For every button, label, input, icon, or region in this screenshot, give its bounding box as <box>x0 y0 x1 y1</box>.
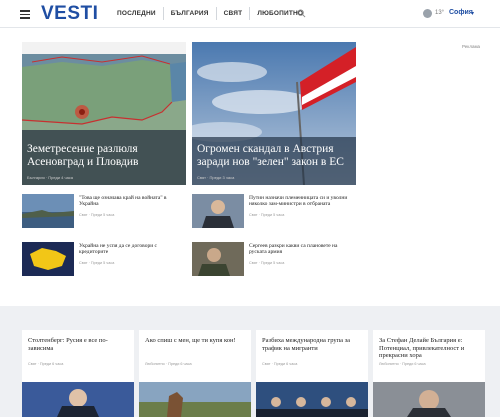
page: VESTI ПОСЛЕДНИ БЪЛГАРИЯ СВЯТ ЛЮБОПИТНО 1… <box>0 0 500 417</box>
menu-icon[interactable] <box>20 10 30 19</box>
card-title[interactable]: За Стефан Делайе България е: Потенциал, … <box>379 337 479 360</box>
card-image <box>139 382 251 417</box>
list-item[interactable]: "Това ще означава край на войната" в Укр… <box>22 194 186 230</box>
article-title[interactable]: Сергеев разкри какви са плановете на рус… <box>249 243 349 256</box>
card-title[interactable]: Ако спиш с мен, ще ти купя кон! <box>145 337 245 345</box>
weather-icon <box>423 9 432 18</box>
article-thumbnail <box>192 194 244 228</box>
hero-title[interactable]: Земетресение разлюля Асеновград и Пловди… <box>27 143 181 169</box>
article-thumbnail <box>192 242 244 276</box>
list-item[interactable]: Путин назначи племенницата си и уволни н… <box>192 194 356 230</box>
article-title[interactable]: Украйна не успя да се договори с кредито… <box>79 243 179 256</box>
list-item[interactable]: Украйна не успя да се договори с кредито… <box>22 242 186 278</box>
article-meta: Свят · Преди 5 часа <box>249 261 285 265</box>
article-meta: Свят · Преди 5 часа <box>249 213 285 217</box>
article-meta: Свят · Преди 5 часа <box>79 213 115 217</box>
card-title[interactable]: Столтенберг: Русия е все по-зависима <box>28 337 128 352</box>
list-item[interactable]: Сергеев разкри какви са плановете на рус… <box>192 242 356 278</box>
hero-card-austria[interactable]: Огромен скандал в Австрия заради нов "зе… <box>192 42 356 185</box>
ad-label: Реклама <box>462 44 481 49</box>
city-select[interactable]: София <box>449 9 473 16</box>
card-title[interactable]: Разбиха международна група за трафик на … <box>262 337 362 352</box>
hero-card-earthquake[interactable]: Земетресение разлюля Асеновград и Пловди… <box>22 42 186 185</box>
search-icon[interactable] <box>297 9 306 18</box>
card-meta: Свят · Преди 6 часа <box>28 362 64 366</box>
card-image <box>22 382 134 417</box>
article-title[interactable]: Путин назначи племенницата си и уволни н… <box>249 195 349 208</box>
header: VESTI ПОСЛЕДНИ БЪЛГАРИЯ СВЯТ ЛЮБОПИТНО 1… <box>0 0 500 28</box>
news-card[interactable]: Разбиха международна група за трафик на … <box>256 330 368 417</box>
article-thumbnail <box>22 194 74 228</box>
card-meta: Свят · Преди 6 часа <box>262 362 298 366</box>
card-image <box>256 382 368 417</box>
card-meta: Любопитно · Преди 6 часа <box>145 362 192 366</box>
card-image <box>373 382 485 417</box>
news-card[interactable]: Столтенберг: Русия е все по-зависима Свя… <box>22 330 134 417</box>
card-meta: Любопитно · Преди 6 часа <box>379 362 426 366</box>
news-card[interactable]: За Стефан Делайе България е: Потенциал, … <box>373 330 485 417</box>
nav-item-world[interactable]: СВЯТ <box>217 7 251 20</box>
nav-item-latest[interactable]: ПОСЛЕДНИ <box>110 7 164 20</box>
news-card[interactable]: Ако спиш с мен, ще ти купя кон! Любопитн… <box>139 330 251 417</box>
hero-meta: Свят · Преди 3 часа <box>197 175 235 180</box>
nav-item-bulgaria[interactable]: БЪЛГАРИЯ <box>164 7 217 20</box>
logo[interactable]: VESTI <box>41 3 98 25</box>
chevron-down-icon[interactable]: ▾ <box>471 10 474 17</box>
article-title[interactable]: "Това ще означава край на войната" в Укр… <box>79 195 179 208</box>
temperature: 13° <box>435 10 445 16</box>
article-meta: Свят · Преди 5 часа <box>79 261 115 265</box>
main-nav: ПОСЛЕДНИ БЪЛГАРИЯ СВЯТ ЛЮБОПИТНО <box>110 7 310 20</box>
article-thumbnail <box>22 242 74 276</box>
hero-meta: България · Преди 4 часа <box>27 175 74 180</box>
hero-title[interactable]: Огромен скандал в Австрия заради нов "зе… <box>197 143 351 169</box>
